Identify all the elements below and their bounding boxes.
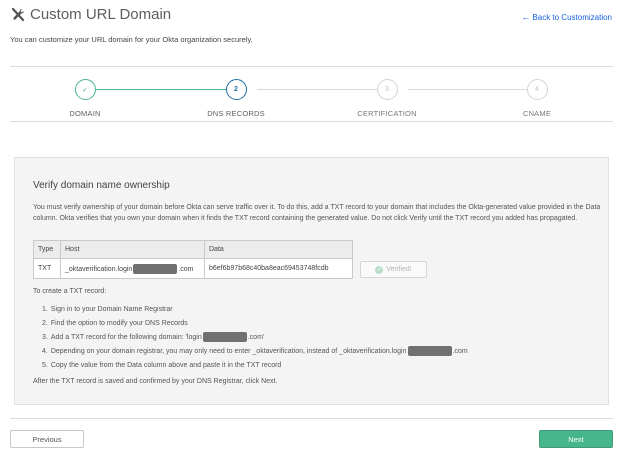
- list-number: 2.: [42, 320, 48, 327]
- verify-domain-panel: Verify domain name ownership You must ve…: [14, 157, 609, 405]
- instructions-heading: To create a TXT record:: [33, 288, 107, 295]
- step-complete-check-icon: ✓: [74, 79, 96, 100]
- list-item: 1. Sign in to your Domain Name Registrar: [42, 303, 468, 317]
- cell-data: b6ef6b97b68c40ba8eac69453748fcdb: [204, 258, 353, 279]
- verified-label: Verified!: [386, 266, 412, 273]
- instructions-list: 1. Sign in to your Domain Name Registrar …: [42, 303, 468, 373]
- panel-title: Verify domain name ownership: [33, 180, 170, 191]
- verified-button[interactable]: ✓ Verified!: [360, 261, 427, 278]
- list-text: .com: [452, 348, 468, 355]
- table-header-row: Type Host Data: [33, 240, 353, 259]
- list-number: 5.: [42, 362, 48, 369]
- next-button[interactable]: Next: [539, 430, 613, 448]
- tools-icon: [11, 7, 25, 21]
- host-prefix: _oktaverification.login: [65, 265, 133, 273]
- step-dns-records: 2 DNS RECORDS: [186, 79, 286, 118]
- list-text: Copy the value from the Data column abov…: [50, 362, 282, 369]
- step-label: DNS RECORDS: [207, 109, 265, 118]
- txt-record-table: Type Host Data TXT _oktaverification.log…: [33, 240, 353, 279]
- list-text: Find the option to modify your DNS Recor…: [50, 320, 188, 327]
- column-header-data: Data: [204, 240, 353, 259]
- list-number: 3.: [42, 334, 48, 341]
- title-group: Custom URL Domain: [10, 6, 171, 23]
- list-number: 4.: [42, 348, 48, 355]
- step-domain: ✓ DOMAIN: [35, 79, 135, 118]
- arrow-left-icon: ←: [521, 12, 531, 22]
- step-certification: 3 CERTIFICATION: [337, 79, 437, 118]
- footer-note: After the TXT record is saved and confir…: [33, 378, 278, 385]
- list-item: 3. Add a TXT record for the following dom…: [42, 331, 468, 345]
- back-to-customization-link[interactable]: ← Back to Customization: [521, 12, 612, 22]
- redacted-block: [407, 346, 452, 357]
- list-item: 2. Find the option to modify your DNS Rec…: [42, 317, 468, 331]
- redacted-block: [202, 332, 247, 343]
- list-text: Depending on your domain registrar, you …: [50, 348, 407, 355]
- redacted-block: [133, 263, 178, 274]
- divider: [10, 418, 613, 419]
- step-number: 4: [526, 79, 548, 100]
- step-label: CNAME: [522, 109, 552, 118]
- column-header-type: Type: [33, 240, 61, 259]
- table-row: TXT _oktaverification.login .com b6ef6b97…: [33, 258, 353, 279]
- page-title: Custom URL Domain: [30, 6, 172, 23]
- cell-type: TXT: [33, 258, 61, 279]
- page-header: Custom URL Domain ← Back to Customization: [10, 6, 616, 26]
- cell-host: _oktaverification.login .com: [60, 258, 205, 279]
- wizard-steps: ✓ DOMAIN 2 DNS RECORDS 3 CERTIFICATION 4…: [10, 66, 613, 122]
- step-number: 3: [376, 79, 398, 100]
- list-item: 4. Depending on your domain registrar, yo…: [42, 345, 468, 359]
- list-text: Sign in to your Domain Name Registrar: [50, 306, 173, 313]
- back-link-label: Back to Customization: [532, 13, 612, 22]
- column-header-host: Host: [60, 240, 205, 259]
- host-suffix: .com: [178, 265, 194, 273]
- step-number: 2: [225, 79, 247, 100]
- panel-description: You must verify ownership of your domain…: [33, 204, 601, 222]
- page-subtitle: You can customize your URL domain for yo…: [10, 35, 253, 44]
- list-item: 5. Copy the value from the Data column ab…: [42, 359, 468, 373]
- step-label: CERTIFICATION: [357, 109, 417, 118]
- list-number: 1.: [42, 306, 48, 313]
- previous-button[interactable]: Previous: [10, 430, 84, 448]
- list-text: .com': [247, 334, 265, 341]
- step-cname: 4 CNAME: [487, 79, 587, 118]
- step-label: DOMAIN: [69, 109, 101, 118]
- list-text: Add a TXT record for the following domai…: [50, 334, 202, 341]
- check-circle-icon: ✓: [375, 265, 384, 274]
